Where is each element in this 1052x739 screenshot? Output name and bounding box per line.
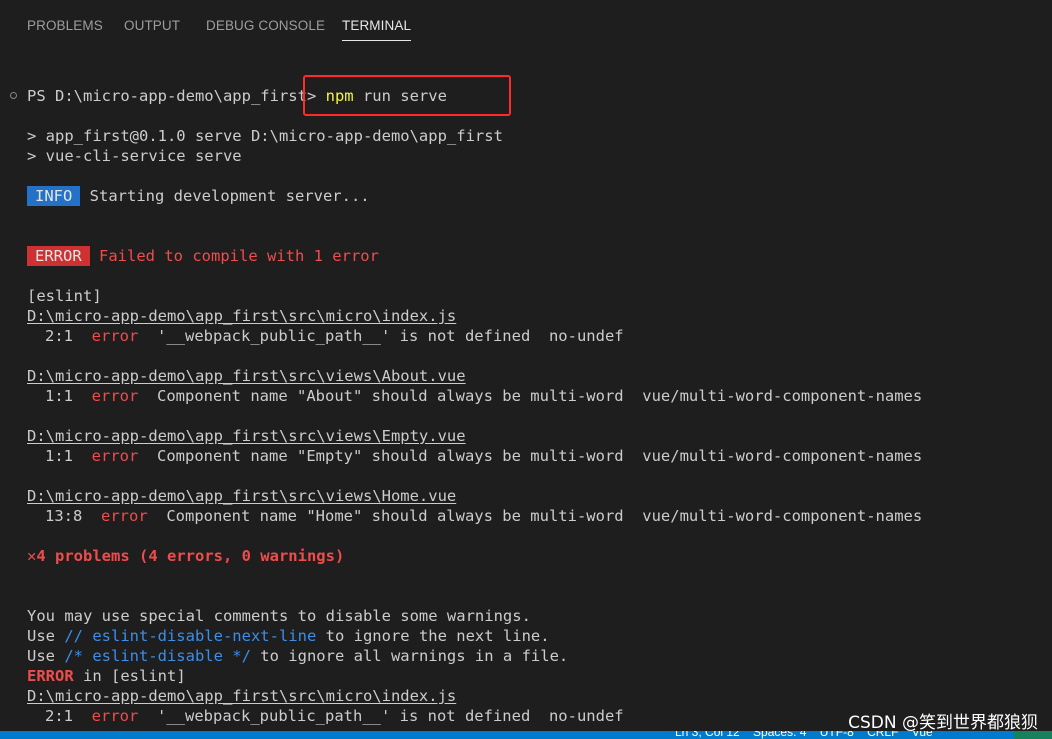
hint-text: to ignore the next line. [316, 627, 550, 645]
status-bar-text[interactable]: Ln 3, Col 12 Spaces: 4 UTF-8 CRLF Vue [675, 731, 933, 739]
problems-summary: ✕4 problems (4 errors, 0 warnings) [27, 546, 344, 566]
status-bar: Ln 3, Col 12 Spaces: 4 UTF-8 CRLF Vue [0, 731, 1052, 739]
hint-code: // eslint-disable-next-line [64, 627, 317, 645]
script-line-2: > vue-cli-service serve [27, 147, 242, 165]
problems-summary-text: 4 problems (4 errors, 0 warnings) [36, 547, 345, 565]
issue-file-link[interactable]: D:\micro-app-demo\app_first\src\views\Em… [27, 426, 466, 446]
issue-detail: 2:1 error '__webpack_public_path__' is n… [45, 326, 624, 346]
issue-position: 2:1 [45, 327, 73, 345]
issue-file-link[interactable]: D:\micro-app-demo\app_first\src\views\Ab… [27, 366, 466, 386]
status-bar-notifications[interactable] [1014, 731, 1052, 739]
error-in-eslint-line: ERROR in [eslint] [27, 666, 186, 686]
issue-message: '__webpack_public_path__' is not defined… [157, 327, 624, 345]
terminal-output[interactable]: PS D:\micro-app-demo\app_first> npm run … [0, 0, 1052, 739]
eslint-tag: [eslint] [27, 287, 102, 305]
issue-file-link[interactable]: D:\micro-app-demo\app_first\src\micro\in… [27, 686, 456, 706]
issue-message: Component name "About" should always be … [157, 387, 923, 405]
issue-file-link[interactable]: D:\micro-app-demo\app_first\src\micro\in… [27, 306, 456, 326]
script-line-1: > app_first@0.1.0 serve D:\micro-app-dem… [27, 127, 503, 145]
issue-message: Component name "Empty" should always be … [157, 447, 923, 465]
error-line: ERROR Failed to compile with 1 error [27, 246, 379, 266]
hint-text: Use [27, 627, 65, 645]
error-label: ERROR [27, 667, 74, 685]
prompt-path: PS D:\micro-app-demo\app_first> [27, 87, 317, 105]
info-badge: INFO [27, 186, 81, 206]
hint-text: Use [27, 647, 65, 665]
csdn-watermark: CSDN @笑到世界都狼狈 [848, 713, 1038, 733]
hint-line-2: Use // eslint-disable-next-line to ignor… [27, 626, 550, 646]
issue-detail: 1:1 error Component name "About" should … [45, 386, 922, 406]
issue-position: 13:8 [45, 507, 83, 525]
hint-text: to ignore all warnings in a file. [250, 647, 569, 665]
error-source: in [eslint] [73, 667, 186, 685]
issue-detail: 13:8 error Component name "Home" should … [45, 506, 922, 526]
issue-detail: 2:1 error '__webpack_public_path__' is n… [45, 706, 624, 726]
command-decoration-icon[interactable] [10, 92, 17, 99]
issue-message: Component name "Home" should always be m… [166, 507, 923, 525]
issue-level: error [91, 707, 139, 725]
error-text: Failed to compile with 1 error [99, 247, 379, 265]
x-icon: ✕ [27, 547, 37, 565]
issue-file-link[interactable]: D:\micro-app-demo\app_first\src\views\Ho… [27, 486, 456, 506]
issue-level: error [91, 387, 139, 405]
command-highlight-box [303, 75, 511, 116]
issue-position: 1:1 [45, 447, 73, 465]
issue-position: 1:1 [45, 387, 73, 405]
error-badge: ERROR [27, 246, 90, 266]
info-line: INFO Starting development server... [27, 186, 370, 206]
info-text: Starting development server... [89, 187, 370, 205]
issue-level: error [91, 447, 139, 465]
hint-line-1: You may use special comments to disable … [27, 607, 531, 625]
issue-level: error [91, 327, 139, 345]
issue-level: error [101, 507, 148, 525]
issue-position: 2:1 [45, 707, 73, 725]
issue-detail: 1:1 error Component name "Empty" should … [45, 446, 922, 466]
hint-code: /* eslint-disable */ [64, 647, 251, 665]
issue-message: '__webpack_public_path__' is not defined… [157, 707, 624, 725]
hint-line-3: Use /* eslint-disable */ to ignore all w… [27, 646, 568, 666]
